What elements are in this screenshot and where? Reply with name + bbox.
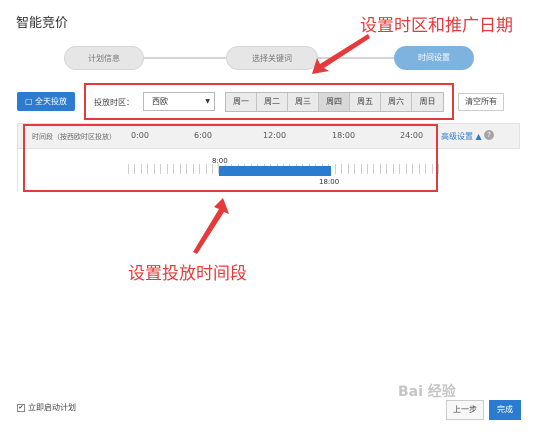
help-icon[interactable]: ? xyxy=(484,130,494,140)
timezone-label: 投放时区： xyxy=(94,98,134,107)
timezone-value: 西欧 xyxy=(152,97,168,106)
step-plan-info[interactable]: 计划信息 xyxy=(64,46,144,70)
all-day-label: 全天投放 xyxy=(35,97,68,106)
day-sat[interactable]: 周六 xyxy=(381,93,412,111)
day-mon[interactable]: 周一 xyxy=(226,93,257,111)
step-time-settings[interactable]: 时间设置 xyxy=(394,46,474,70)
annotation-time-range: 设置投放时间段 xyxy=(128,264,247,284)
annotation-arrow-middle-icon xyxy=(193,198,229,254)
advanced-settings-label: 高级设置 xyxy=(441,132,473,141)
annotation-arrow-top-icon xyxy=(312,34,370,74)
day-tue[interactable]: 周二 xyxy=(257,93,288,111)
annotation-timezone-dates: 设置时区和推广日期 xyxy=(360,16,513,36)
weekday-selector: 周一 周二 周三 周四 周五 周六 周日 xyxy=(225,92,444,112)
day-wed[interactable]: 周三 xyxy=(288,93,319,111)
advanced-settings-link[interactable]: 高级设置 ▲ xyxy=(441,131,482,142)
caret-up-icon: ▲ xyxy=(475,132,482,141)
page-title: 智能竞价 xyxy=(16,16,69,31)
prev-step-button[interactable]: 上一步 xyxy=(446,400,484,420)
done-button[interactable]: 完成 xyxy=(489,400,521,420)
timeline-tick xyxy=(438,164,439,174)
checkbox-checked-icon: ✔ xyxy=(17,403,25,412)
watermark-logo-icon: Bai 经验 xyxy=(398,384,456,400)
step-select-keywords[interactable]: 选择关键词 xyxy=(226,46,318,70)
timezone-select[interactable]: 西欧 ▼ xyxy=(143,92,215,111)
annotation-box-timeline xyxy=(23,124,438,192)
autostart-label: 立即启动计划 xyxy=(28,403,76,412)
caret-down-icon: ▼ xyxy=(205,98,210,105)
clear-all-button[interactable]: 清空所有 xyxy=(458,93,504,111)
checkbox-icon: ▢ xyxy=(24,97,33,106)
autostart-checkbox[interactable]: ✔ 立即启动计划 xyxy=(17,402,76,413)
day-thu[interactable]: 周四 xyxy=(319,93,350,111)
day-sun[interactable]: 周日 xyxy=(412,93,443,111)
all-day-button[interactable]: ▢ 全天投放 xyxy=(17,92,75,111)
day-fri[interactable]: 周五 xyxy=(350,93,381,111)
